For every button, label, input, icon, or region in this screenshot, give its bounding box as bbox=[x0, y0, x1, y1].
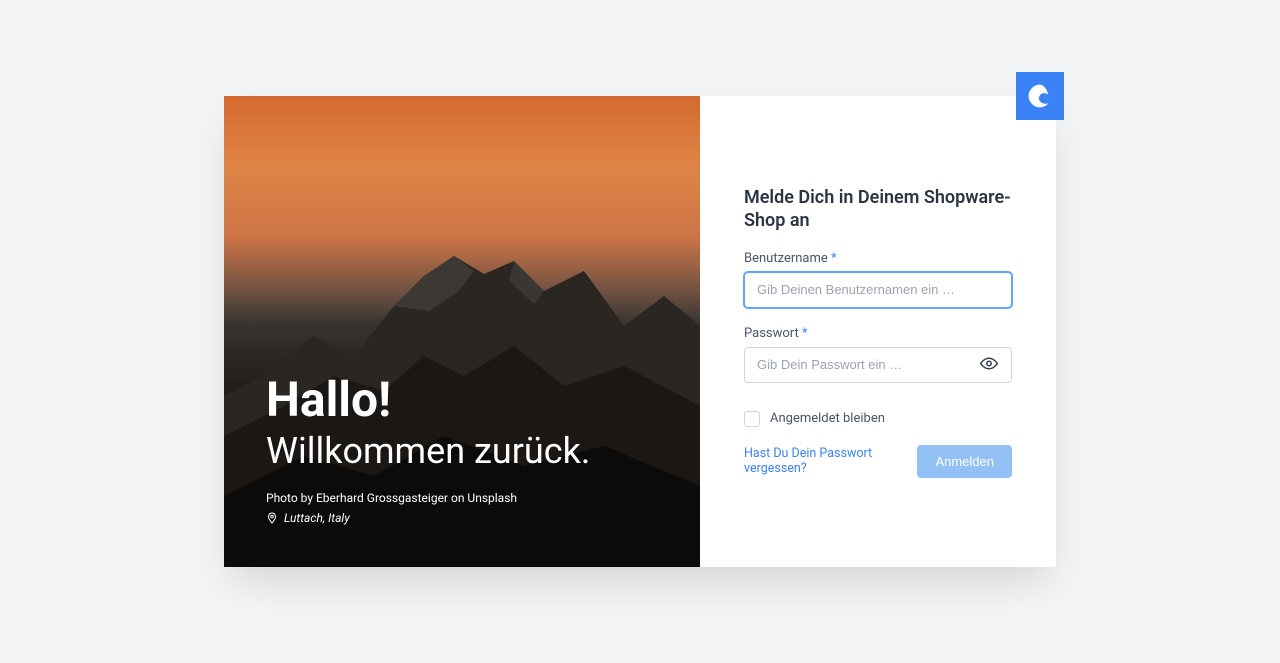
hero-welcome: Willkommen zurück. bbox=[266, 430, 658, 473]
username-input[interactable] bbox=[744, 272, 1012, 308]
actions-row: Hast Du Dein Passwort vergessen? Anmelde… bbox=[744, 445, 1012, 478]
login-button[interactable]: Anmelden bbox=[917, 445, 1012, 478]
password-label: Passwort * bbox=[744, 326, 1012, 341]
username-field-group: Benutzername * bbox=[744, 251, 1012, 308]
location-pin-icon bbox=[266, 512, 278, 524]
password-input[interactable] bbox=[744, 347, 1012, 383]
password-input-wrap bbox=[744, 347, 1012, 383]
password-field-group: Passwort * bbox=[744, 326, 1012, 383]
hero-text: Hallo! Willkommen zurück. Photo by Eberh… bbox=[266, 375, 658, 525]
brand-badge bbox=[1016, 72, 1064, 120]
photo-credit: Photo by Eberhard Grossgasteiger on Unsp… bbox=[266, 491, 658, 505]
hero-panel: Hallo! Willkommen zurück. Photo by Eberh… bbox=[224, 96, 700, 567]
toggle-password-visibility-button[interactable] bbox=[976, 350, 1002, 379]
remember-checkbox[interactable] bbox=[744, 411, 760, 427]
form-title: Melde Dich in Deinem Shopware-Shop an bbox=[744, 186, 1012, 233]
eye-icon bbox=[980, 354, 998, 372]
photo-location: Luttach, Italy bbox=[266, 511, 658, 525]
username-label: Benutzername * bbox=[744, 251, 1012, 266]
hero-greeting: Hallo! bbox=[266, 375, 658, 425]
required-marker: * bbox=[802, 326, 808, 341]
shopware-logo-icon bbox=[1026, 82, 1054, 110]
login-form-panel: Melde Dich in Deinem Shopware-Shop an Be… bbox=[700, 96, 1056, 567]
required-marker: * bbox=[831, 251, 837, 266]
remember-row: Angemeldet bleiben bbox=[744, 411, 1012, 427]
login-card: Hallo! Willkommen zurück. Photo by Eberh… bbox=[224, 96, 1056, 567]
username-label-text: Benutzername bbox=[744, 251, 828, 266]
forgot-password-link[interactable]: Hast Du Dein Passwort vergessen? bbox=[744, 446, 901, 476]
location-text: Luttach, Italy bbox=[284, 511, 350, 525]
remember-label: Angemeldet bleiben bbox=[770, 411, 885, 426]
password-label-text: Passwort bbox=[744, 326, 799, 341]
